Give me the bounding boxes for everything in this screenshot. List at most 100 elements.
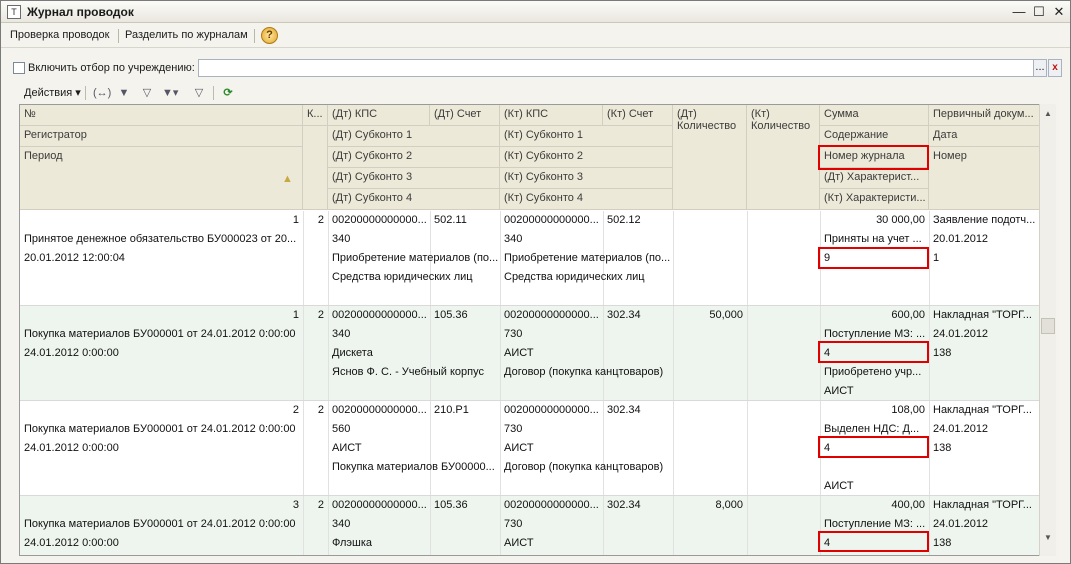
cell-dt-sub2[interactable]: АИСТ (328, 439, 500, 458)
filter-by-value-icon[interactable]: ▽ (139, 85, 155, 101)
cell-dt-kps[interactable]: 00200000000000... (328, 211, 430, 230)
cell-kt-qty[interactable] (747, 306, 820, 325)
table-row[interactable]: 1 2 Принятое денежное обязательство БУ0000… (20, 211, 1041, 306)
scroll-thumb[interactable] (1041, 318, 1055, 334)
clear-filter-icon[interactable]: ▽ (191, 85, 207, 101)
cell-kt-sub1[interactable]: 730 (500, 325, 673, 344)
cell-date[interactable]: 24.01.2012 (929, 325, 1041, 344)
header-kt-account[interactable]: (Кт) Счет (603, 105, 673, 126)
header-journal-number[interactable]: Номер журнала (820, 147, 929, 168)
cell-kt-char[interactable]: АИСТ (820, 382, 929, 401)
refresh-icon[interactable]: ⟳ (220, 85, 236, 101)
cell-dt-kps[interactable]: 00200000000000... (328, 306, 430, 325)
cell-dt-sub4[interactable] (328, 382, 500, 401)
header-dt-qty[interactable]: (Дт) Количество (673, 105, 747, 210)
header-period[interactable]: Период (20, 147, 303, 210)
cell-dt-qty[interactable]: 50,000 (673, 306, 747, 325)
cell-dt-sub3[interactable] (328, 553, 500, 555)
cell-kt-sub4[interactable] (500, 477, 673, 496)
cell-kt-sub1[interactable]: 730 (500, 420, 673, 439)
cell-dt-sub3[interactable]: Яснов Ф. С. - Учебный корпус (328, 363, 500, 382)
cell-dt-account[interactable]: 105.36 (430, 306, 500, 325)
minimize-icon[interactable]: — (1010, 4, 1028, 20)
header-kt-characteristic[interactable]: (Кт) Характеристи... (820, 189, 929, 210)
cell-kt-sub3[interactable]: Договор (покупка канцтоваров) (500, 458, 673, 477)
cell-period[interactable]: 20.01.2012 12:00:04 (20, 249, 303, 268)
institution-input[interactable] (198, 59, 1034, 77)
cell-dt-char[interactable] (820, 553, 929, 555)
cell-registrator[interactable]: Покупка материалов БУ000001 от 24.01.201… (20, 420, 303, 439)
cell-kt-qty[interactable] (747, 401, 820, 420)
cell-registrator[interactable]: Покупка материалов БУ000001 от 24.01.201… (20, 325, 303, 344)
cell-k[interactable]: 2 (303, 211, 328, 230)
table-row[interactable]: 3 2 Покупка материалов БУ000001 от 24.01.2… (20, 496, 1041, 555)
cell-dt-account[interactable]: 502.11 (430, 211, 500, 230)
cell-number[interactable]: 138 (929, 439, 1041, 458)
cell-dt-sub1[interactable]: 340 (328, 230, 500, 249)
filter-history-icon[interactable]: ▼▾ (162, 85, 178, 101)
header-dt-characteristic[interactable]: (Дт) Характерист... (820, 168, 929, 189)
header-dt-sub1[interactable]: (Дт) Субконто 1 (328, 126, 500, 147)
cell-kt-qty[interactable] (747, 496, 820, 515)
cell-dt-sub2[interactable]: Флэшка (328, 534, 500, 553)
cell-sum[interactable]: 400,00 (820, 496, 929, 515)
filter-checkbox[interactable] (13, 62, 25, 74)
cell-kt-account[interactable]: 302.34 (603, 401, 673, 420)
cell-kt-account[interactable]: 302.34 (603, 496, 673, 515)
cell-dt-kps[interactable]: 00200000000000... (328, 496, 430, 515)
cell-number[interactable]: 138 (929, 534, 1041, 553)
cell-kt-sub3[interactable] (500, 553, 673, 555)
header-sum[interactable]: Сумма (820, 105, 929, 126)
cell-content[interactable]: Поступление МЗ: ... (820, 515, 929, 534)
clear-institution-button[interactable]: x (1048, 59, 1062, 77)
cell-registrator[interactable]: Принятое денежное обязательство БУ000023… (20, 230, 303, 249)
check-entries-button[interactable]: Проверка проводок (10, 29, 109, 41)
cell-kt-kps[interactable]: 00200000000000... (500, 211, 603, 230)
cell-kt-sub2[interactable]: АИСТ (500, 534, 673, 553)
cell-kt-qty[interactable] (747, 211, 820, 230)
cell-dt-sub4[interactable] (328, 287, 500, 306)
cell-kt-sub3[interactable]: Договор (покупка канцтоваров) (500, 363, 673, 382)
cell-kt-sub1[interactable]: 340 (500, 230, 673, 249)
header-registrator[interactable]: Регистратор (20, 126, 303, 147)
cell-sum[interactable]: 30 000,00 (820, 211, 929, 230)
maximize-icon[interactable]: ☐ (1030, 4, 1048, 20)
cell-content[interactable]: Поступление МЗ: ... (820, 325, 929, 344)
cell-content[interactable]: Выделен НДС: Д... (820, 420, 929, 439)
cell-dt-qty[interactable] (673, 401, 747, 420)
cell-doc[interactable]: Накладная "ТОРГ... (929, 496, 1041, 515)
cell-dt-sub1[interactable]: 340 (328, 325, 500, 344)
expand-icon[interactable]: (↔) (93, 85, 111, 101)
cell-num[interactable]: 2 (20, 401, 303, 420)
help-icon[interactable]: ? (261, 27, 278, 44)
header-k[interactable]: К... (303, 105, 328, 126)
cell-kt-account[interactable]: 502.12 (603, 211, 673, 230)
cell-kt-sub3[interactable]: Средства юридических лиц (500, 268, 673, 287)
header-dt-sub3[interactable]: (Дт) Субконто 3 (328, 168, 500, 189)
filter-icon[interactable]: ▼ (116, 85, 132, 101)
table-row[interactable]: 1 2 Покупка материалов БУ000001 от 24.01.2… (20, 306, 1041, 401)
cell-kt-sub2[interactable]: Приобретение материалов (по... (500, 249, 673, 268)
cell-k[interactable]: 2 (303, 306, 328, 325)
cell-kt-sub2[interactable]: АИСТ (500, 439, 673, 458)
cell-dt-qty[interactable] (673, 211, 747, 230)
cell-num[interactable]: 1 (20, 211, 303, 230)
header-num[interactable]: № (20, 105, 303, 126)
cell-kt-char[interactable] (820, 287, 929, 306)
cell-journal[interactable]: 4 (820, 439, 929, 458)
cell-dt-account[interactable]: 210.Р1 (430, 401, 500, 420)
cell-dt-sub3[interactable]: Средства юридических лиц (328, 268, 500, 287)
cell-kt-char[interactable]: АИСТ (820, 477, 929, 496)
cell-number[interactable]: 1 (929, 249, 1041, 268)
cell-content[interactable]: Приняты на учет ... (820, 230, 929, 249)
cell-kt-kps[interactable]: 00200000000000... (500, 401, 603, 420)
cell-dt-sub2[interactable]: Дискета (328, 344, 500, 363)
cell-k[interactable]: 2 (303, 401, 328, 420)
cell-period[interactable]: 24.01.2012 0:00:00 (20, 439, 303, 458)
cell-period[interactable]: 24.01.2012 0:00:00 (20, 344, 303, 363)
header-dt-sub2[interactable]: (Дт) Субконто 2 (328, 147, 500, 168)
cell-journal[interactable]: 9 (820, 249, 929, 268)
cell-kt-sub4[interactable] (500, 287, 673, 306)
actions-menu[interactable]: Действия ▾ (24, 86, 81, 99)
header-kt-sub3[interactable]: (Кт) Субконто 3 (500, 168, 673, 189)
